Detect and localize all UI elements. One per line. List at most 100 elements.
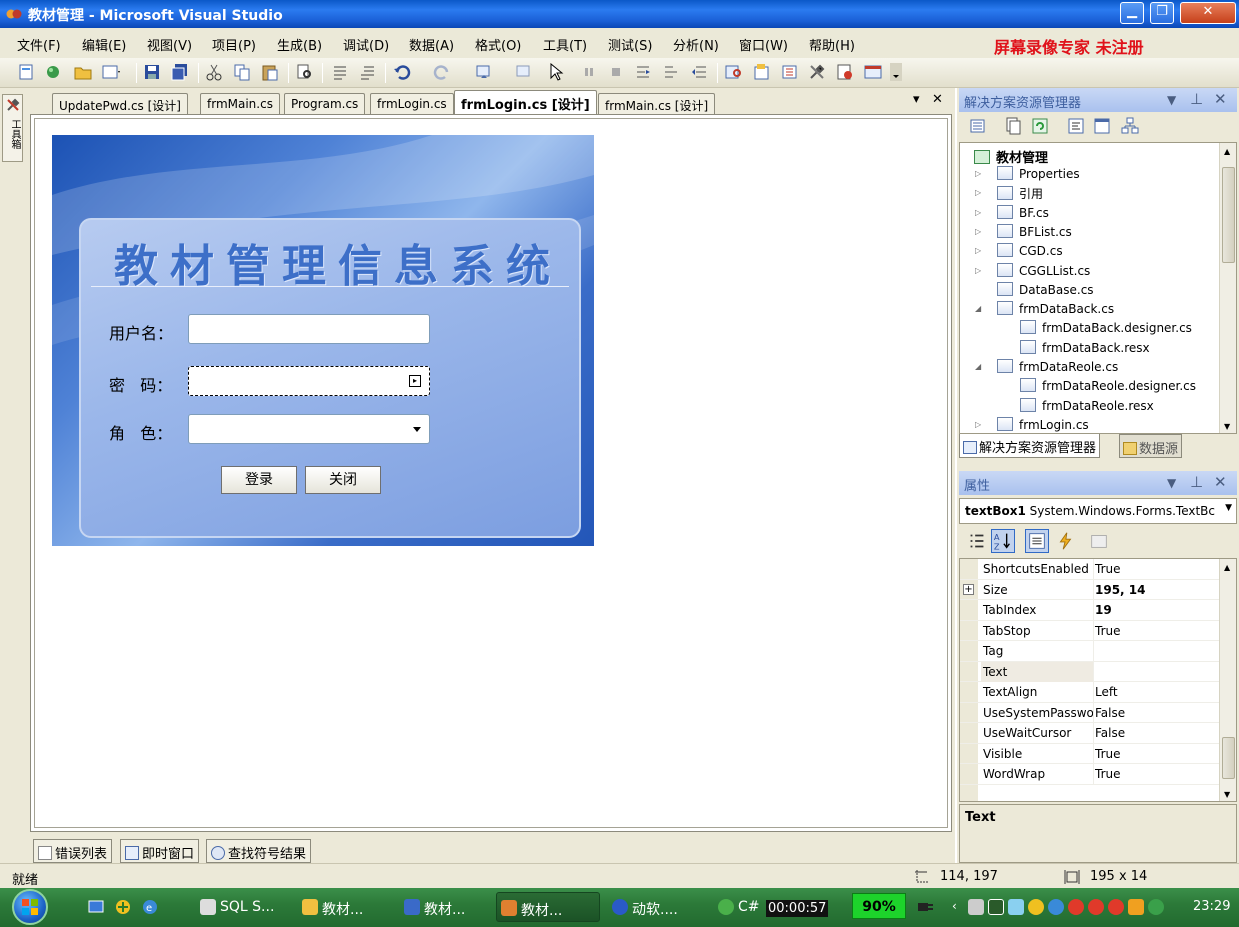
expand-icon[interactable]: ▷: [975, 208, 981, 217]
quicklaunch-ie-icon[interactable]: e: [142, 899, 158, 915]
stop-icon[interactable]: [607, 63, 625, 81]
window-position-icon[interactable]: ▼: [1167, 476, 1176, 490]
error-list-window-icon[interactable]: [836, 63, 854, 81]
property-value[interactable]: True: [1095, 621, 1121, 638]
tab-updatepwd-design[interactable]: UpdatePwd.cs [设计]: [52, 93, 188, 114]
properties-icon[interactable]: [969, 117, 987, 135]
property-value[interactable]: False: [1095, 723, 1125, 740]
quicklaunch-desktop-icon[interactable]: [88, 899, 104, 915]
show-all-files-icon[interactable]: [1004, 117, 1022, 135]
class-diagram-icon[interactable]: [1121, 117, 1139, 135]
login-form-preview[interactable]: 教材管理信息系统 用户名： 密 码： ▸ 角 色： 登录 关闭: [52, 135, 594, 546]
find-in-files-icon[interactable]: [725, 63, 743, 81]
close-document-icon[interactable]: ✕: [932, 92, 943, 107]
smart-tag-icon[interactable]: ▸: [409, 375, 421, 387]
comment-lines-icon[interactable]: [331, 63, 349, 81]
expand-icon[interactable]: ▷: [975, 266, 981, 275]
project-node[interactable]: 教材管理: [974, 147, 1048, 166]
tray-security-icon[interactable]: [1148, 899, 1164, 915]
close-form-button[interactable]: 关闭: [305, 466, 381, 494]
property-row[interactable]: Visible True: [960, 743, 1220, 764]
menu-test[interactable]: 测试(S): [608, 35, 652, 54]
save-icon[interactable]: [143, 63, 161, 81]
copy-icon[interactable]: [233, 63, 251, 81]
pin-icon[interactable]: ⊥: [1190, 90, 1203, 108]
tab-frmmain-code[interactable]: frmMain.cs: [200, 93, 280, 114]
tab-solution-explorer[interactable]: 解决方案资源管理器: [959, 434, 1101, 458]
open-file-icon[interactable]: [74, 63, 92, 81]
minimize-button[interactable]: ▁: [1120, 2, 1144, 24]
property-row[interactable]: Text: [960, 661, 1220, 682]
close-pane-icon[interactable]: ✕: [1214, 473, 1227, 491]
tray-qq-icon[interactable]: [1108, 899, 1124, 915]
object-selector[interactable]: textBox1 System.Windows.Forms.TextBc ▼: [959, 498, 1237, 524]
password-input[interactable]: ▸: [188, 366, 430, 396]
property-value[interactable]: Left: [1095, 682, 1118, 699]
add-item-icon[interactable]: [44, 63, 62, 81]
tab-data-sources[interactable]: 数据源: [1119, 434, 1183, 458]
properties-view-icon[interactable]: [1025, 529, 1049, 553]
property-value[interactable]: True: [1095, 559, 1121, 576]
tray-moon-icon[interactable]: [1028, 899, 1044, 915]
taskbar-item-sql[interactable]: SQL S...: [196, 892, 274, 922]
close-pane-icon[interactable]: ✕: [1214, 90, 1227, 108]
tree-item[interactable]: ▷ 引用: [975, 185, 1043, 202]
expand-icon[interactable]: ▷: [975, 188, 981, 197]
tab-immediate-window[interactable]: 即时窗口: [120, 839, 200, 863]
tree-item[interactable]: ▷ Properties: [975, 166, 1080, 181]
undo-icon[interactable]: [393, 63, 411, 81]
tab-find-symbol-results[interactable]: 查找符号结果: [206, 839, 312, 863]
property-value[interactable]: True: [1095, 764, 1121, 781]
object-browser-icon[interactable]: [781, 63, 799, 81]
collapse-icon[interactable]: ◢: [975, 304, 981, 313]
tray-volume-icon[interactable]: [1008, 899, 1024, 915]
navigate-backward-icon[interactable]: [475, 63, 493, 81]
plug-icon[interactable]: [916, 899, 934, 915]
pause-icon[interactable]: [580, 63, 598, 81]
menu-debug[interactable]: 调试(D): [343, 35, 389, 54]
menu-build[interactable]: 生成(B): [277, 35, 322, 54]
tree-item[interactable]: frmDataReole.resx: [1020, 397, 1154, 413]
refresh-icon[interactable]: [1031, 117, 1049, 135]
tree-item[interactable]: ◢ frmDataReole.cs: [975, 359, 1118, 374]
tree-item[interactable]: frmDataReole.designer.cs: [1020, 378, 1196, 393]
property-row[interactable]: Tag: [960, 641, 1220, 662]
property-row[interactable]: TabIndex 19: [960, 600, 1220, 621]
tree-item[interactable]: ▷ frmLogin.cs: [975, 416, 1089, 432]
tree-scrollbar[interactable]: ▲ ▼: [1219, 143, 1236, 433]
property-scrollbar[interactable]: ▲ ▼: [1219, 559, 1236, 801]
tray-keyboard-icon[interactable]: [968, 899, 984, 915]
properties-window-icon[interactable]: [753, 63, 771, 81]
tray-network-icon[interactable]: [1048, 899, 1064, 915]
property-pages-icon[interactable]: [1087, 529, 1111, 553]
taskbar-item-folder[interactable]: 教材...: [298, 892, 363, 922]
tree-item[interactable]: ▷ CGD.cs: [975, 243, 1063, 258]
menu-help[interactable]: 帮助(H): [809, 35, 855, 54]
menu-analyze[interactable]: 分析(N): [673, 35, 719, 54]
navigate-forward-icon[interactable]: [515, 63, 533, 81]
quicklaunch-browser-icon[interactable]: [115, 899, 131, 915]
menu-file[interactable]: 文件(F): [17, 35, 61, 54]
tab-frmlogin-code[interactable]: frmLogin.cs: [370, 93, 454, 114]
expand-icon[interactable]: +: [963, 583, 974, 595]
tree-item[interactable]: ▷ BF.cs: [975, 204, 1049, 220]
expand-icon[interactable]: ▷: [975, 420, 981, 429]
tray-qq-icon[interactable]: [1068, 899, 1084, 915]
expand-icon[interactable]: ▷: [975, 246, 981, 255]
tab-list-dropdown-icon[interactable]: ▾: [913, 92, 920, 107]
alphabetical-icon[interactable]: AZ: [991, 529, 1015, 553]
tab-error-list[interactable]: 错误列表: [33, 839, 113, 863]
tray-qq-icon[interactable]: [1088, 899, 1104, 915]
property-row[interactable]: UseSystemPasswo False: [960, 702, 1220, 723]
menu-project[interactable]: 项目(P): [212, 35, 256, 54]
menu-format[interactable]: 格式(O): [475, 35, 521, 54]
taskbar-item-visual-studio[interactable]: 教材...: [496, 892, 600, 922]
tree-item[interactable]: DataBase.cs: [997, 281, 1094, 297]
property-value[interactable]: False: [1095, 703, 1125, 720]
property-row[interactable]: ShortcutsEnabled True: [960, 559, 1220, 580]
property-row[interactable]: TabStop True: [960, 620, 1220, 641]
new-project-icon[interactable]: [18, 63, 36, 81]
step-out-icon[interactable]: [690, 63, 708, 81]
pin-icon[interactable]: ⊥: [1190, 473, 1203, 491]
tray-monitor-icon[interactable]: [988, 899, 1004, 915]
